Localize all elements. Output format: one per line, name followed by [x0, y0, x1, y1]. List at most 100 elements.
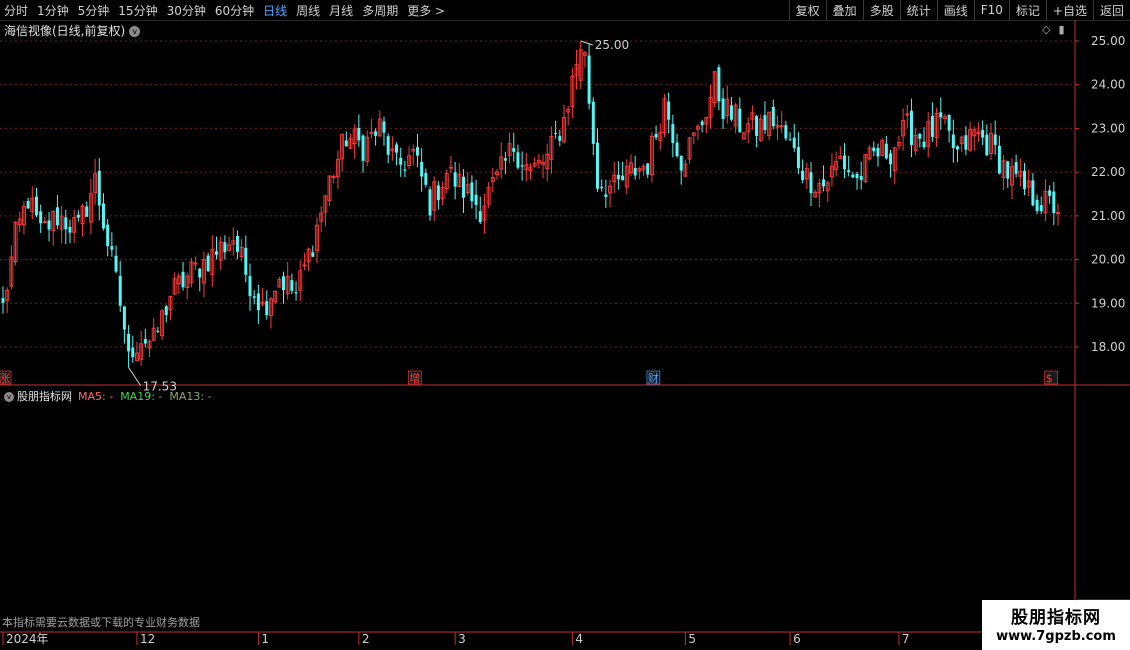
candle-body: [361, 135, 365, 161]
candle-body: [1006, 161, 1010, 179]
candle-body: [993, 134, 997, 145]
candle-body: [876, 147, 880, 157]
candle-body: [512, 148, 516, 152]
candle-body: [399, 157, 403, 165]
candle-body: [516, 152, 520, 168]
candle-body: [738, 108, 742, 133]
candle-body: [374, 131, 378, 136]
candle-body: [721, 98, 725, 119]
candle-body: [478, 211, 482, 223]
candle-body: [206, 255, 210, 272]
time-label: 4: [575, 632, 583, 646]
candle-body: [792, 137, 796, 148]
low-pointer: [128, 367, 142, 386]
candle-body: [114, 255, 118, 272]
candle-body: [600, 186, 604, 189]
candle-body: [223, 242, 227, 253]
candle-body: [591, 101, 595, 144]
candle-body: [809, 172, 813, 194]
candle-body: [131, 347, 135, 358]
candle-body: [1048, 190, 1052, 196]
watermark-line2: www.7gpzb.com: [996, 629, 1116, 644]
candle-body: [621, 175, 625, 181]
candle-body: [215, 251, 219, 255]
candle-body: [947, 114, 951, 131]
candle-body: [859, 175, 863, 181]
y-tick-label: 19.00: [1091, 296, 1125, 310]
candle-body: [1014, 162, 1018, 174]
candle-body: [801, 170, 805, 180]
candle-body: [997, 145, 1001, 174]
candle-body: [616, 174, 620, 180]
collapse-icon[interactable]: v: [4, 392, 14, 402]
candle-body: [503, 158, 507, 161]
time-label: 2024年: [6, 632, 49, 646]
candle-body: [386, 136, 390, 155]
candle-body: [235, 235, 239, 252]
candle-body: [1023, 171, 1027, 189]
time-label: 1: [261, 632, 269, 646]
candle-body: [763, 115, 767, 131]
ma-label-0: MA5: -: [78, 390, 114, 403]
candle-body: [470, 182, 474, 202]
event-marker[interactable]: $: [1046, 372, 1053, 385]
candle-body: [118, 276, 122, 306]
candle-body: [252, 296, 256, 298]
candle-body: [462, 176, 466, 198]
candle-body: [717, 67, 721, 102]
candlestick-chart[interactable]: 25.00 24.00 23.00 22.00 21.00 20.00 19.00 18.00…: [0, 0, 1130, 650]
candle-body: [667, 101, 671, 120]
high-pointer: [580, 40, 593, 46]
candle-body: [420, 161, 424, 177]
candle-body: [156, 331, 160, 333]
event-marker[interactable]: 涨: [0, 372, 10, 385]
candle-body: [265, 301, 269, 316]
candle-body: [675, 142, 679, 157]
time-label: 7: [902, 632, 910, 646]
event-marker[interactable]: 增: [409, 371, 420, 385]
candle-body: [198, 268, 202, 278]
candle-body: [403, 169, 407, 171]
y-tick-label: 21.00: [1091, 209, 1125, 223]
candle-body: [164, 306, 168, 315]
candle-body: [453, 172, 457, 187]
candle-body: [290, 280, 294, 291]
candle-body: [101, 203, 105, 229]
candle-body: [822, 179, 826, 187]
candle-body: [97, 170, 101, 206]
candle-body: [842, 155, 846, 170]
candle-body: [344, 140, 348, 147]
high-label: 25.00: [595, 38, 629, 52]
candle-body: [729, 105, 733, 120]
candle-body: [474, 194, 478, 205]
candle-body: [654, 133, 658, 138]
candle-body: [26, 200, 30, 209]
event-marker[interactable]: 财: [648, 371, 659, 385]
candle-body: [294, 292, 298, 294]
candle-body: [922, 141, 926, 148]
candle-body: [755, 116, 759, 136]
candle-body: [646, 163, 650, 175]
candle-body: [788, 139, 792, 141]
y-tick-label: 20.00: [1091, 253, 1125, 267]
time-label: 12: [140, 632, 155, 646]
candle-body: [122, 306, 126, 330]
candle-body: [39, 211, 43, 224]
candle-body: [248, 276, 252, 297]
candle-body: [700, 121, 704, 126]
ma-labels: MA5: - MA19: - MA13: -: [78, 390, 219, 403]
candle-body: [930, 115, 934, 137]
candle-body: [382, 121, 386, 133]
candle-body: [428, 189, 432, 216]
candle-body: [436, 185, 440, 201]
sub-panel-title: v 股朋指标网 MA5: - MA19: - MA13: -: [4, 388, 219, 404]
candle-body: [357, 128, 361, 141]
candle-body: [956, 146, 960, 150]
candle-body: [127, 333, 131, 352]
candle-body: [587, 55, 591, 104]
candle-body: [85, 206, 89, 217]
time-label: 2: [362, 632, 370, 646]
indicator-name: 股朋指标网: [17, 390, 72, 403]
candle-body: [918, 133, 922, 139]
candle-body: [604, 194, 608, 197]
